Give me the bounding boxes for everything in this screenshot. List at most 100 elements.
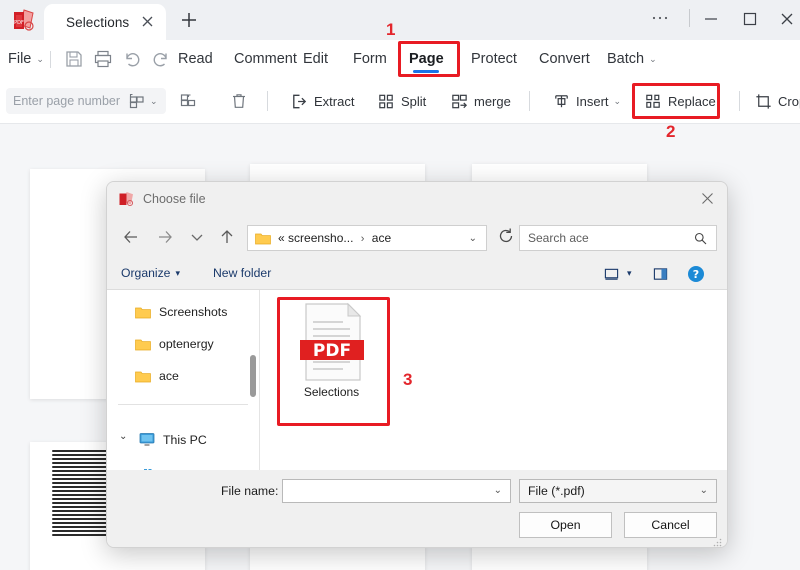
chevron-down-icon[interactable]: ⌄ <box>150 96 158 107</box>
close-icon[interactable] <box>141 15 154 28</box>
cancel-button[interactable]: Cancel <box>624 512 717 538</box>
toolbar-divider <box>739 91 740 111</box>
crop-button[interactable]: Crop <box>754 88 800 114</box>
menu-read[interactable]: Read <box>178 40 213 78</box>
resize-grip[interactable] <box>713 534 722 547</box>
arrow-up-icon[interactable] <box>217 227 237 247</box>
split-button[interactable]: Split <box>377 88 426 114</box>
print-icon[interactable] <box>93 49 113 69</box>
insert-pages-icon[interactable] <box>178 91 198 116</box>
file-list[interactable]: PDF Selections <box>260 290 727 472</box>
merge-label: merge <box>474 93 511 109</box>
chevron-down-icon: ⌄ <box>699 485 708 496</box>
trash-icon[interactable] <box>229 91 249 116</box>
sidebar-item-optenergy[interactable]: optenergy <box>135 334 214 354</box>
sidebar-item-ace[interactable]: ace <box>135 366 179 386</box>
file-type-select[interactable]: File (*.pdf) ⌄ <box>519 479 717 503</box>
dialog-footer: File name: ⌄ File (*.pdf) ⌄ Open Cancel <box>107 470 727 547</box>
breadcrumb-parent[interactable]: screensho... <box>288 231 353 245</box>
sidebar-divider <box>118 404 248 405</box>
menu-edit[interactable]: Edit <box>303 40 328 78</box>
redo-icon[interactable] <box>151 49 171 69</box>
refresh-icon[interactable] <box>497 227 515 245</box>
merge-button[interactable]: merge <box>450 88 511 114</box>
help-icon[interactable]: ? <box>687 265 705 288</box>
undo-icon[interactable] <box>122 49 142 69</box>
menu-protect-label: Protect <box>471 51 517 67</box>
sidebar-item-this-pc[interactable]: This PC <box>139 430 207 450</box>
open-button[interactable]: Open <box>519 512 612 538</box>
breadcrumb-separator: › <box>360 233 365 245</box>
plus-icon[interactable] <box>178 9 200 31</box>
menu-form[interactable]: Form <box>353 40 387 78</box>
sidebar-partial-item-icon <box>144 462 152 472</box>
new-folder-button[interactable]: New folder <box>213 266 271 280</box>
menu-form-label: Form <box>353 51 387 67</box>
breadcrumb-prefix: « <box>278 231 285 245</box>
search-icon <box>694 232 707 245</box>
sidebar-item-label: optenergy <box>159 337 214 351</box>
replace-button[interactable]: Replace <box>644 88 716 114</box>
merge-icon <box>452 94 468 108</box>
close-icon[interactable] <box>779 11 795 32</box>
title-bar: PDF Selections <box>0 0 800 40</box>
titlebar-divider <box>689 9 690 27</box>
document-tab-selections[interactable]: Selections <box>44 4 166 40</box>
menu-page[interactable]: Page <box>409 40 444 78</box>
split-label: Split <box>401 93 427 109</box>
split-icon <box>379 94 393 108</box>
navigation-pane[interactable]: Screenshots optenergy ace ⌄ This PC <box>107 290 259 472</box>
search-input[interactable]: Search ace <box>519 225 717 251</box>
close-icon[interactable] <box>700 191 715 206</box>
ribbon-menu: File ⌄ Read Comment Edit Form Page Prote… <box>0 40 800 78</box>
monitor-icon <box>139 432 155 449</box>
maximize-icon[interactable] <box>742 11 758 32</box>
replace-label: Replace <box>668 93 716 109</box>
insert-button[interactable]: Insert ⌄ <box>552 88 621 114</box>
app-window: Se 6 Ima <box>0 0 800 570</box>
svg-text:?: ? <box>693 268 699 281</box>
insert-label: Insert <box>576 93 609 109</box>
breadcrumb-current[interactable]: ace <box>372 231 391 245</box>
menu-convert[interactable]: Convert <box>539 40 590 78</box>
preview-pane-icon[interactable] <box>653 267 668 287</box>
sidebar-item-label: Screenshots <box>159 305 228 319</box>
sidebar-item-screenshots[interactable]: Screenshots <box>135 302 227 322</box>
menu-protect[interactable]: Protect <box>471 40 517 78</box>
replace-icon <box>646 94 660 108</box>
insert-icon <box>555 94 568 107</box>
chevron-down-icon[interactable]: ⌄ <box>119 431 127 442</box>
toolbar-divider <box>529 91 530 111</box>
chevron-down-icon[interactable]: ⌄ <box>469 233 477 244</box>
open-label: Open <box>550 518 581 532</box>
file-name-input[interactable]: ⌄ <box>282 479 511 503</box>
sidebar-scrollbar[interactable] <box>250 355 256 397</box>
menu-edit-label: Edit <box>303 51 328 67</box>
chevron-down-icon[interactable]: ⌄ <box>494 485 502 496</box>
save-icon[interactable] <box>64 49 84 69</box>
chevron-down-icon[interactable] <box>187 227 207 247</box>
cancel-label: Cancel <box>651 518 690 532</box>
folder-icon <box>135 338 151 351</box>
menu-file[interactable]: File ⌄ <box>8 40 44 78</box>
arrow-left-icon[interactable] <box>121 227 141 247</box>
active-tab-underline <box>413 70 440 73</box>
menu-comment-label: Comment <box>234 51 297 67</box>
extract-button[interactable]: Extract <box>290 88 354 114</box>
file-item-selections[interactable]: PDF Selections <box>284 302 379 399</box>
menu-file-label: File <box>8 51 32 67</box>
menu-convert-label: Convert <box>539 51 590 67</box>
page-layout-icon[interactable] <box>127 91 147 116</box>
view-icon[interactable] <box>604 267 619 287</box>
caret-down-icon: ▾ <box>175 267 180 278</box>
dialog-body: Screenshots optenergy ace ⌄ This PC PDF … <box>107 290 727 472</box>
address-bar[interactable]: « screensho... › ace ⌄ <box>247 225 487 251</box>
annotation-step-1: 1 <box>386 20 396 39</box>
minimize-icon[interactable] <box>703 11 719 32</box>
arrow-right-icon[interactable] <box>155 227 175 247</box>
caret-down-icon[interactable]: ▾ <box>627 268 632 279</box>
window-more-button[interactable] <box>651 9 669 31</box>
organize-button[interactable]: Organize ▾ <box>121 266 180 280</box>
menu-batch[interactable]: Batch ⌄ <box>607 40 657 78</box>
menu-comment[interactable]: Comment <box>234 40 297 78</box>
